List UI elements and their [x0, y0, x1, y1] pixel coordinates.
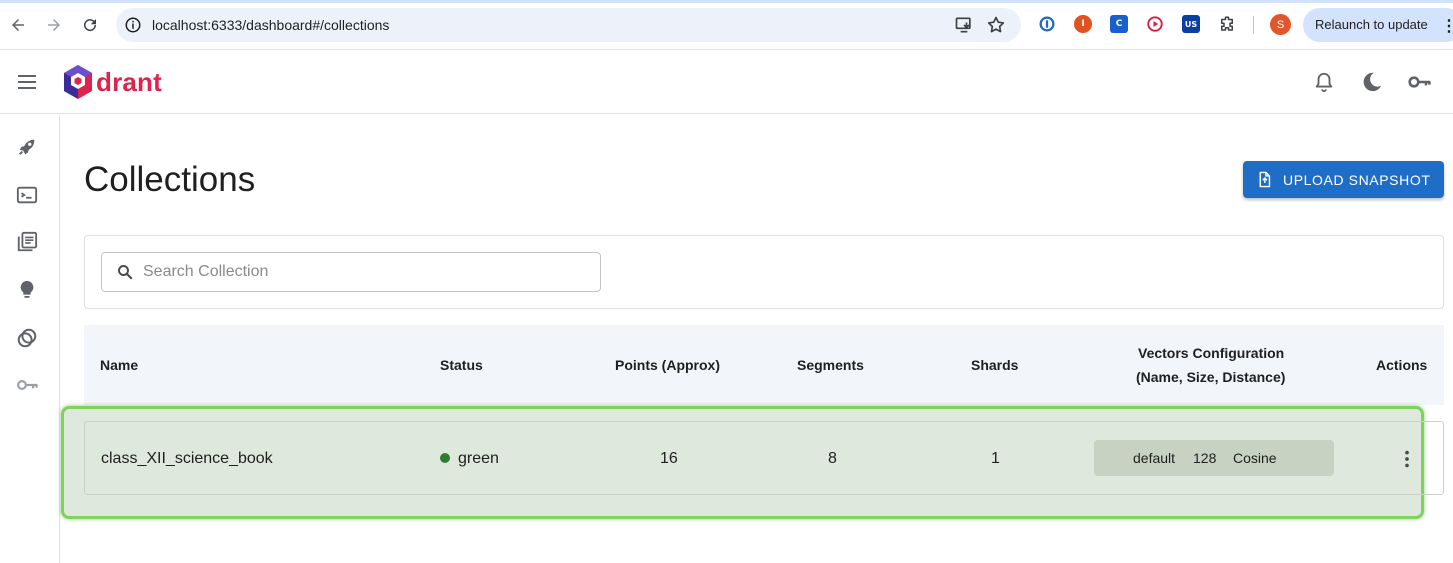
vector-distance: Cosine: [1233, 450, 1277, 466]
play-extension-icon[interactable]: [1146, 15, 1164, 33]
back-icon[interactable]: [7, 14, 29, 36]
vector-config-chip: default 128 Cosine: [1094, 440, 1334, 476]
collection-name[interactable]: class_XII_science_book: [101, 450, 273, 468]
reload-icon[interactable]: [79, 14, 101, 36]
access-key-icon[interactable]: [16, 374, 38, 396]
column-header-actions: Actions: [1376, 357, 1428, 373]
status-dot-icon: [440, 453, 450, 463]
segments-count: 8: [828, 450, 837, 467]
search-field[interactable]: [101, 252, 601, 292]
column-header-vectors-line2[interactable]: (Name, Size, Distance): [1136, 369, 1285, 385]
install-app-icon[interactable]: [954, 15, 974, 35]
sidebar: [0, 115, 60, 563]
search-collection-input[interactable]: [143, 261, 583, 283]
column-header-name[interactable]: Name: [100, 357, 138, 373]
profile-avatar[interactable]: S: [1270, 14, 1291, 35]
welcome-rocket-icon[interactable]: [16, 136, 38, 158]
notifications-bell-icon[interactable]: [1313, 71, 1335, 93]
points-count: 16: [660, 450, 678, 467]
us-extension-icon[interactable]: US: [1182, 15, 1200, 33]
logo-wordmark: drant: [96, 66, 162, 97]
column-header-vectors-line1[interactable]: Vectors Configuration: [1138, 345, 1284, 361]
shards-count: 1: [991, 450, 1000, 467]
site-info-icon[interactable]: [124, 16, 142, 34]
collections-library-icon[interactable]: [16, 231, 38, 253]
column-header-status[interactable]: Status: [440, 357, 483, 373]
column-header-shards[interactable]: Shards: [971, 357, 1018, 373]
api-key-icon[interactable]: [1408, 71, 1434, 93]
address-bar[interactable]: localhost:6333/dashboard#/collections: [116, 8, 1021, 42]
tutorial-lightbulb-icon[interactable]: [16, 279, 38, 301]
extensions-puzzle-icon[interactable]: [1218, 15, 1236, 33]
status-text: green: [458, 450, 499, 467]
upload-snapshot-button[interactable]: UPLOAD SNAPSHOT: [1243, 161, 1444, 198]
search-card: [84, 235, 1444, 309]
hamburger-menu-icon[interactable]: [17, 72, 37, 92]
row-actions-menu-icon[interactable]: [1396, 448, 1418, 470]
toolbar-separator: [1253, 16, 1254, 34]
forward-icon[interactable]: [43, 14, 65, 36]
browser-toolbar: localhost:6333/dashboard#/collections I …: [0, 0, 1453, 50]
dark-mode-moon-icon[interactable]: [1361, 71, 1383, 93]
orange-extension-icon[interactable]: I: [1074, 15, 1092, 33]
search-icon: [116, 263, 134, 281]
url-text[interactable]: localhost:6333/dashboard#/collections: [152, 17, 389, 33]
browser-menu-icon[interactable]: ⋮: [1441, 16, 1453, 36]
qdrant-logo[interactable]: drant: [62, 64, 162, 100]
password-manager-extension-icon[interactable]: [1038, 15, 1056, 33]
relaunch-button[interactable]: Relaunch to update ⋮: [1303, 8, 1453, 42]
upload-snapshot-label: UPLOAD SNAPSHOT: [1283, 171, 1431, 188]
browser-tab-strip-edge: [0, 0, 1453, 3]
collection-status: green: [440, 450, 499, 468]
console-terminal-icon[interactable]: [16, 184, 38, 206]
page-title: Collections: [84, 160, 256, 199]
qdrant-logo-icon: [64, 65, 92, 99]
column-header-points[interactable]: Points (Approx): [615, 357, 720, 373]
bookmark-star-icon[interactable]: [986, 15, 1006, 35]
datasets-rings-icon[interactable]: [16, 327, 38, 349]
vector-name: default: [1133, 450, 1176, 466]
relaunch-label: Relaunch to update: [1315, 17, 1428, 32]
app-header: drant: [0, 51, 1453, 114]
column-header-segments[interactable]: Segments: [797, 357, 864, 373]
vector-size: 128: [1193, 450, 1217, 466]
upload-file-icon: [1256, 171, 1273, 188]
c-extension-icon[interactable]: C: [1110, 15, 1128, 33]
table-row[interactable]: class_XII_science_book green 16 8 1 defa…: [84, 421, 1444, 495]
collections-table-header: Name Status Points (Approx) Segments Sha…: [84, 325, 1444, 405]
